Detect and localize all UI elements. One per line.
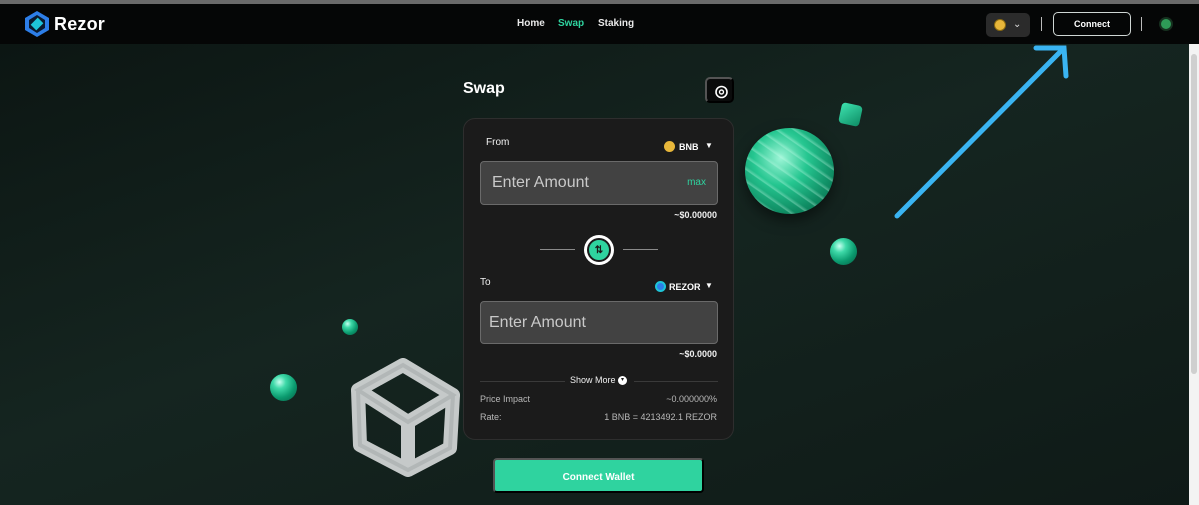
decorative-wire-cube — [351, 358, 460, 477]
from-token-symbol: BNB — [679, 142, 699, 152]
from-token-selector[interactable]: BNB ▼ — [664, 141, 716, 153]
page-title: Swap — [463, 80, 505, 97]
decorative-sphere-small — [270, 374, 297, 401]
from-usd-value: ~$0.00000 — [674, 210, 717, 220]
from-amount-box: max — [480, 161, 718, 205]
nav-staking[interactable]: Staking — [598, 18, 634, 29]
top-navbar: Rezor Home Swap Staking ⌄ Connect — [0, 4, 1199, 44]
swap-direction-button[interactable]: ⇅ — [584, 235, 614, 265]
to-amount-box — [480, 301, 718, 344]
rate-value: 1 BNB = 4213492.1 REZOR — [604, 412, 717, 422]
caret-down-icon: ▼ — [705, 141, 713, 150]
divider-line — [623, 249, 658, 250]
divider-line — [634, 381, 718, 382]
show-more-label: Show More — [570, 375, 616, 385]
rezor-logo-icon — [25, 11, 49, 37]
to-usd-value: ~$0.0000 — [679, 349, 717, 359]
vertical-scrollbar[interactable] — [1189, 44, 1199, 505]
to-token-selector[interactable]: REZOR ▼ — [655, 281, 717, 293]
divider-line — [480, 381, 565, 382]
settings-button[interactable] — [705, 77, 734, 103]
decorative-cube-small — [838, 102, 863, 127]
caret-down-icon: ▼ — [705, 281, 713, 290]
max-button[interactable]: max — [687, 177, 706, 188]
nav-swap[interactable]: Swap — [558, 18, 584, 29]
rezor-token-icon — [655, 281, 666, 292]
divider — [1041, 17, 1042, 31]
status-indicator-icon[interactable] — [1161, 19, 1171, 29]
swap-card: From BNB ▼ max ~$0.00000 ⇅ To REZOR ▼ ~$… — [463, 118, 734, 440]
annotation-arrow-icon — [894, 45, 1069, 219]
network-selector[interactable]: ⌄ — [986, 13, 1030, 37]
decorative-sphere-tiny — [342, 319, 358, 335]
bnb-coin-icon — [994, 19, 1006, 31]
nav-home[interactable]: Home — [517, 18, 545, 29]
divider-line — [540, 249, 575, 250]
from-amount-input[interactable] — [492, 162, 672, 204]
decorative-sphere-large — [745, 128, 834, 214]
chevron-down-icon: ⌄ — [1013, 19, 1022, 30]
connect-wallet-button[interactable]: Connect Wallet — [493, 458, 704, 493]
price-impact-label: Price Impact — [480, 394, 531, 404]
gear-icon — [715, 85, 728, 99]
to-token-symbol: REZOR — [669, 282, 701, 292]
swap-arrows-icon: ⇅ — [594, 245, 604, 256]
bnb-token-icon — [664, 141, 675, 152]
scrollbar-thumb[interactable] — [1191, 54, 1197, 374]
from-label: From — [486, 137, 510, 148]
to-amount-input[interactable] — [489, 302, 669, 344]
show-more-toggle[interactable]: Show More ▾ — [570, 375, 627, 385]
brand-name: Rezor — [54, 14, 106, 34]
connect-button[interactable]: Connect — [1053, 12, 1131, 36]
to-label: To — [480, 277, 491, 288]
divider — [1141, 17, 1142, 31]
rate-label: Rate: — [480, 412, 502, 422]
chevron-down-icon: ▾ — [618, 376, 627, 385]
decorative-sphere-small — [830, 238, 857, 265]
price-impact-value: ~0.000000% — [666, 394, 717, 404]
